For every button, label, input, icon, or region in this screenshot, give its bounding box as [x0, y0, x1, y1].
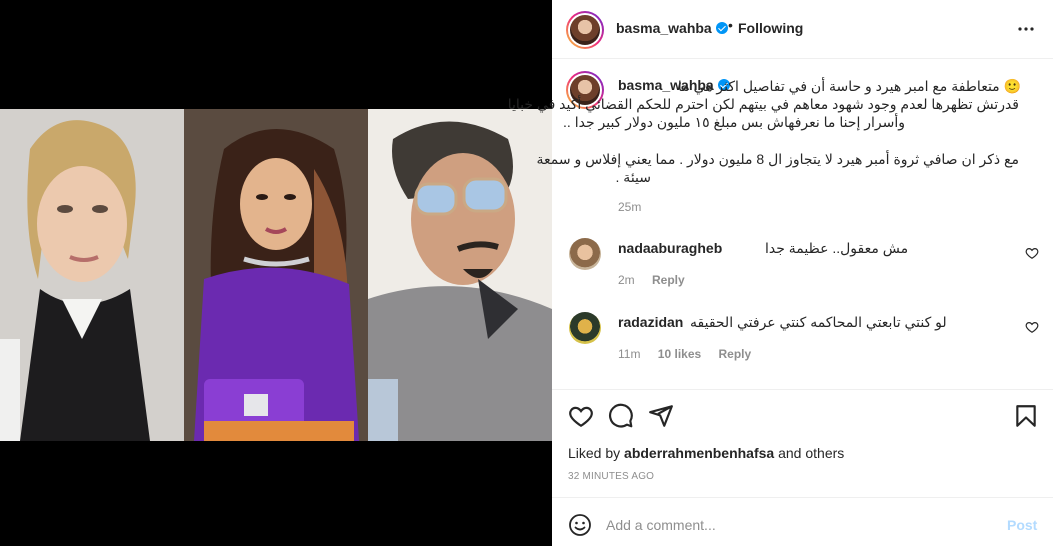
comment-like-heart-icon[interactable]: [1025, 320, 1039, 334]
comment-timestamp[interactable]: 2m: [618, 273, 635, 287]
commenter-avatar[interactable]: [569, 312, 601, 344]
post-detail-panel: basma_wahba • Following basma_wahba 🙂 مت…: [508, 0, 1053, 546]
more-horizontal-icon[interactable]: [1014, 17, 1038, 41]
comment-username[interactable]: nadaaburagheb: [618, 240, 722, 256]
bookmark-icon[interactable]: [1013, 403, 1039, 429]
caption-line-2: قدرتش تظهرها لعدم وجود شهود معاهم في بيت…: [507, 96, 1019, 112]
commenter-avatar[interactable]: [569, 238, 601, 270]
caption-line-5: مع ذكر ان صافي ثروة أمبر هيرد لا يتجاوز …: [536, 151, 1019, 167]
post-media[interactable]: [0, 0, 552, 546]
smiley-icon[interactable]: [568, 513, 592, 537]
paper-plane-icon[interactable]: [648, 403, 674, 429]
woman-glamour-illustration: [184, 109, 368, 441]
comment-reply-button[interactable]: Reply: [719, 347, 752, 361]
comment-reply-button[interactable]: Reply: [652, 273, 685, 287]
composer-divider: [552, 497, 1053, 498]
post-comment-button[interactable]: Post: [1007, 517, 1037, 533]
caption-line-6: سيئة .: [615, 169, 651, 185]
heart-icon[interactable]: [568, 403, 594, 429]
actions-divider: [552, 389, 1053, 390]
liked-by-others[interactable]: and others: [774, 445, 844, 461]
comment-meta: 2m Reply: [618, 273, 685, 287]
comment-like-heart-icon[interactable]: [1025, 246, 1039, 260]
comment-text: مش معقول.. عظيمة جدا: [765, 240, 909, 256]
verified-badge-icon: [715, 22, 728, 34]
liked-by-user[interactable]: abderrahmenbenhafsa: [624, 445, 774, 461]
woman-portrait-illustration: [0, 109, 184, 441]
caption-timestamp[interactable]: 25m: [618, 200, 641, 214]
post-age[interactable]: 32 MINUTES AGO: [568, 471, 654, 482]
comment-username[interactable]: radazidan: [618, 314, 683, 330]
header-separator-dot: •: [728, 17, 733, 33]
following-button[interactable]: Following: [738, 20, 803, 36]
caption-line-3: وأسرار إحنا ما نعرفهاش بس مبلغ ١٥ مليون …: [563, 114, 905, 130]
header-divider: [552, 58, 1053, 59]
header-author[interactable]: basma_wahba: [616, 20, 728, 36]
post-image-panel-center: [184, 109, 368, 441]
comment-text: لو كنتي تابعتي المحاكمه كنتي عرفتي الحقي…: [690, 314, 947, 330]
comment-bubble-icon[interactable]: [608, 403, 634, 429]
header-username[interactable]: basma_wahba: [616, 20, 712, 36]
add-comment-input[interactable]: [606, 511, 996, 539]
author-avatar[interactable]: [566, 11, 604, 49]
comment-likes-count[interactable]: 10 likes: [658, 347, 701, 361]
man-with-glasses-illustration: [368, 109, 552, 441]
liked-by-line: Liked by abderrahmenbenhafsa and others: [568, 445, 844, 461]
liked-by-prefix: Liked by: [568, 445, 625, 461]
comment-meta: 11m 10 likes Reply: [618, 347, 751, 361]
post-image-panel-right: [368, 109, 552, 441]
post-image-panel-left: [0, 109, 184, 441]
caption-line-1: 🙂 متعاطفة مع امبر هيرد و حاسة أن في تفاص…: [677, 78, 1021, 94]
comment-timestamp[interactable]: 11m: [618, 347, 640, 361]
